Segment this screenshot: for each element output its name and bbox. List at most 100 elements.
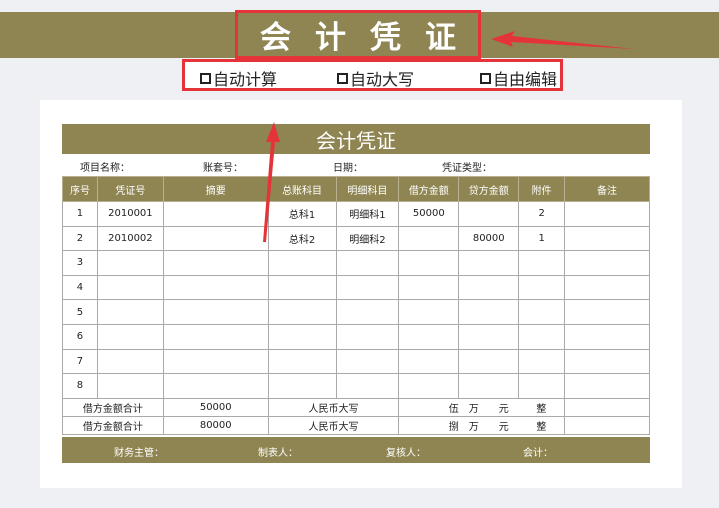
cell-seq[interactable]: 2: [62, 225, 98, 252]
accountant-label: 会计：: [523, 448, 553, 459]
cell-seq[interactable]: 8: [62, 373, 98, 399]
cell-general-account[interactable]: [267, 323, 337, 350]
table-row: 8: [62, 373, 650, 399]
cell-summary[interactable]: [162, 201, 269, 227]
banner-title: 会计凭证: [260, 20, 480, 56]
col-header-general-account: 总账科目: [267, 176, 337, 202]
cell-remark[interactable]: [564, 373, 650, 399]
cell-debit[interactable]: [398, 225, 460, 252]
cell-detail-account[interactable]: [335, 323, 400, 350]
cell-attachment[interactable]: [518, 348, 566, 375]
cell-attachment[interactable]: [518, 373, 566, 399]
cell-general-account[interactable]: [267, 299, 337, 325]
account-set-label: 账套号：: [203, 163, 243, 174]
col-header-credit: 贷方金额: [458, 176, 520, 202]
cell-general-account[interactable]: [267, 348, 337, 375]
cell-debit[interactable]: [398, 323, 460, 350]
cell-voucher-no[interactable]: [96, 274, 164, 301]
cell-remark[interactable]: [564, 225, 650, 252]
col-header-attachment: 附件: [518, 176, 566, 202]
cell-remark[interactable]: [564, 348, 650, 375]
finance-supervisor-label: 财务主管：: [114, 448, 164, 459]
cell-voucher-no[interactable]: 2010002: [96, 225, 164, 252]
cell-seq[interactable]: 4: [62, 274, 98, 301]
cell-credit[interactable]: [458, 299, 520, 325]
cell-debit[interactable]: [398, 373, 460, 399]
checkbox-icon: [337, 72, 348, 84]
cell-credit[interactable]: [458, 201, 520, 227]
cell-summary[interactable]: [162, 225, 269, 252]
cell-attachment[interactable]: [518, 250, 566, 276]
cell-summary[interactable]: [162, 348, 269, 375]
col-header-debit: 借方金额: [398, 176, 460, 202]
cell-debit[interactable]: [398, 274, 460, 301]
cell-detail-account[interactable]: [335, 299, 400, 325]
cell-debit[interactable]: [398, 299, 460, 325]
signature-footer: 财务主管： 制表人： 复核人： 会计：: [62, 437, 650, 463]
uppercase-unit: 万: [458, 416, 489, 435]
cell-detail-account[interactable]: [335, 373, 400, 399]
cell-seq[interactable]: 5: [62, 299, 98, 325]
cell-credit[interactable]: [458, 373, 520, 399]
cell-credit[interactable]: [458, 274, 520, 301]
cell-detail-account[interactable]: [335, 274, 400, 301]
cell-voucher-no[interactable]: [96, 373, 164, 399]
cell-remark[interactable]: [564, 274, 650, 301]
cell-seq[interactable]: 7: [62, 348, 98, 375]
cell-credit[interactable]: 80000: [458, 225, 520, 252]
cell-detail-account[interactable]: 明细科1: [335, 201, 400, 227]
cell-seq[interactable]: 6: [62, 323, 98, 350]
rmb-uppercase-label: 人民币大写: [267, 416, 400, 435]
cell-summary[interactable]: [162, 274, 269, 301]
cell-voucher-no[interactable]: [96, 299, 164, 325]
feature-list: 自动计算 自动大写 自由编辑: [182, 59, 563, 91]
cell-seq[interactable]: 1: [62, 201, 98, 227]
table-row: 3: [62, 250, 650, 276]
cell-attachment[interactable]: [518, 299, 566, 325]
cell-debit[interactable]: 50000: [398, 201, 460, 227]
cell-seq[interactable]: 3: [62, 250, 98, 276]
cell-summary[interactable]: [162, 250, 269, 276]
cell-remark[interactable]: [564, 299, 650, 325]
cell-attachment[interactable]: [518, 323, 566, 350]
cell-debit[interactable]: [398, 348, 460, 375]
cell-general-account[interactable]: [267, 250, 337, 276]
table-row: 5: [62, 299, 650, 325]
cell-credit[interactable]: [458, 323, 520, 350]
feature-auto-calc: 自动计算: [200, 66, 277, 90]
cell-attachment[interactable]: 2: [518, 201, 566, 227]
uppercase-unit: 整: [518, 416, 566, 435]
total-amount: 50000: [162, 398, 269, 417]
cell-summary[interactable]: [162, 299, 269, 325]
cell-general-account[interactable]: 总科1: [267, 201, 337, 227]
cell-general-account[interactable]: [267, 274, 337, 301]
cell-voucher-no[interactable]: [96, 348, 164, 375]
cell-voucher-no[interactable]: [96, 250, 164, 276]
cell-detail-account[interactable]: [335, 250, 400, 276]
cell-summary[interactable]: [162, 373, 269, 399]
cell-detail-account[interactable]: [335, 348, 400, 375]
cell-attachment[interactable]: 1: [518, 225, 566, 252]
feature-label: 自动计算: [213, 70, 278, 89]
table-row: 1 2010001 总科1 明细科1 50000 2: [62, 201, 650, 227]
feature-label: 自动大写: [350, 70, 415, 89]
voucher-title: 会计凭证: [62, 124, 650, 154]
cell-attachment[interactable]: [518, 274, 566, 301]
cell-remark[interactable]: [564, 250, 650, 276]
voucher-type-label: 凭证类型：: [442, 163, 492, 174]
cell-debit[interactable]: [398, 250, 460, 276]
cell-credit[interactable]: [458, 348, 520, 375]
cell-summary[interactable]: [162, 323, 269, 350]
col-header-remark: 备注: [564, 176, 650, 202]
cell-remark[interactable]: [564, 201, 650, 227]
cell-voucher-no[interactable]: [96, 323, 164, 350]
cell-credit[interactable]: [458, 250, 520, 276]
uppercase-digit: 伍: [398, 398, 459, 417]
cell-general-account[interactable]: 总科2: [267, 225, 337, 252]
cell-general-account[interactable]: [267, 373, 337, 399]
col-header-detail-account: 明细科目: [335, 176, 400, 202]
cell-remark[interactable]: [564, 323, 650, 350]
cell-detail-account[interactable]: 明细科2: [335, 225, 400, 252]
cell-voucher-no[interactable]: 2010001: [96, 201, 164, 227]
voucher-info-row: 项目名称： 账套号： 日期： 凭证类型：: [62, 155, 650, 175]
